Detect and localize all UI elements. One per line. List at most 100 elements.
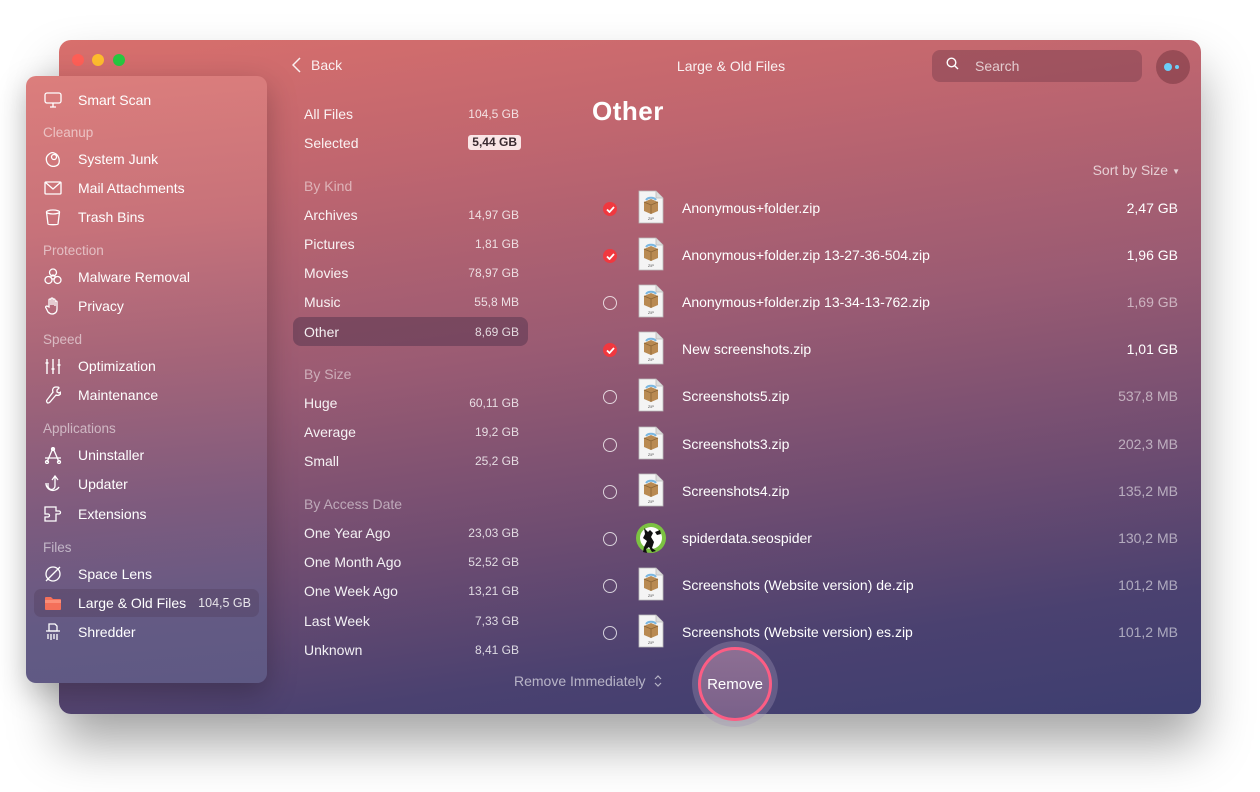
checkbox-unchecked[interactable] xyxy=(603,437,617,452)
checkbox-unchecked[interactable] xyxy=(603,484,617,499)
by-kind-heading: By Kind xyxy=(304,178,353,194)
sidebar-item-updater[interactable]: Updater xyxy=(34,470,259,498)
file-name: Screenshots5.zip xyxy=(682,388,790,405)
sidebar-item-trash-bins[interactable]: Trash Bins xyxy=(34,203,259,231)
file-row[interactable]: ZIP Anonymous+folder.zip 13-27-36-504.zip… xyxy=(598,235,1178,279)
checkbox-checked[interactable] xyxy=(603,343,617,358)
file-size: 101,2 MB xyxy=(1118,576,1178,593)
svg-text:ZIP: ZIP xyxy=(648,404,655,409)
zip-file-icon: ZIP xyxy=(638,614,664,648)
svg-text:ZIP: ZIP xyxy=(648,263,655,268)
by-size-heading: By Size xyxy=(304,366,352,382)
category-one-month-ago[interactable]: One Month Ago 52,52 GB xyxy=(293,547,528,576)
zip-file-icon: ZIP xyxy=(638,426,664,460)
close-window-button[interactable] xyxy=(72,54,84,66)
category-selected[interactable]: Selected 5,44 GB xyxy=(293,128,528,157)
sidebar-item-privacy[interactable]: Privacy xyxy=(34,292,259,320)
checkbox-unchecked[interactable] xyxy=(603,296,617,311)
file-size: 2,47 GB xyxy=(1126,200,1178,216)
category-archives[interactable]: Archives 14,97 GB xyxy=(293,200,528,229)
assistant-dot-small-icon xyxy=(1175,65,1179,69)
file-row[interactable]: ZIP Screenshots3.zip 202,3 MB xyxy=(598,424,1178,468)
file-row[interactable]: spiderdata.seospider 130,2 MB xyxy=(598,518,1178,562)
sidebar-item-mail-attachments[interactable]: Mail Attachments xyxy=(34,174,259,202)
zoom-window-button[interactable] xyxy=(113,54,125,66)
checkbox-unchecked[interactable] xyxy=(603,390,617,405)
category-other[interactable]: Other 8,69 GB xyxy=(293,317,528,346)
category-small[interactable]: Small 25,2 GB xyxy=(293,446,528,475)
search-input[interactable] xyxy=(973,57,1127,75)
checkbox-unchecked[interactable] xyxy=(603,531,617,546)
file-size: 537,8 MB xyxy=(1118,388,1178,405)
zip-file-icon: ZIP xyxy=(638,473,664,507)
sidebar-item-malware-removal[interactable]: Malware Removal xyxy=(34,263,259,291)
checkbox-unchecked[interactable] xyxy=(603,578,617,593)
file-row[interactable]: ZIP Screenshots4.zip 135,2 MB xyxy=(598,471,1178,515)
zip-file-icon: ZIP xyxy=(638,284,664,318)
sidebar-item-shredder[interactable]: Shredder xyxy=(34,618,259,646)
svg-text:ZIP: ZIP xyxy=(648,640,655,645)
file-row[interactable]: ZIP Screenshots5.zip 537,8 MB xyxy=(598,376,1178,420)
sort-dropdown[interactable]: Sort by Size ▼ xyxy=(1093,162,1180,178)
category-music[interactable]: Music 55,8 MB xyxy=(293,287,528,316)
space-lens-icon xyxy=(43,564,63,584)
category-all-files[interactable]: All Files 104,5 GB xyxy=(293,99,528,128)
file-row[interactable]: ZIP New screenshots.zip 1,01 GB xyxy=(598,329,1178,373)
category-one-week-ago[interactable]: One Week Ago 13,21 GB xyxy=(293,576,528,605)
sidebar-section-protection: Protection xyxy=(43,243,104,258)
sidebar-item-space-lens[interactable]: Space Lens xyxy=(34,560,259,588)
checkbox-unchecked[interactable] xyxy=(603,625,617,640)
file-size: 1,01 GB xyxy=(1126,341,1178,358)
zip-file-icon: ZIP xyxy=(638,567,664,601)
zip-file-icon: ZIP xyxy=(638,378,664,412)
category-one-year-ago[interactable]: One Year Ago 23,03 GB xyxy=(293,518,528,547)
checkbox-checked[interactable] xyxy=(603,249,617,264)
file-name: Screenshots3.zip xyxy=(682,435,790,452)
puzzle-icon xyxy=(43,504,63,524)
remove-mode-selector[interactable]: Remove Immediately xyxy=(514,673,662,689)
file-size: 1,96 GB xyxy=(1126,247,1178,264)
file-row[interactable]: ZIP Anonymous+folder.zip 13-34-13-762.zip… xyxy=(598,282,1178,326)
zip-file-icon: ZIP xyxy=(638,331,664,365)
page-title: Other xyxy=(592,96,664,126)
minimize-window-button[interactable] xyxy=(92,54,104,66)
svg-text:ZIP: ZIP xyxy=(648,357,655,362)
wrench-icon xyxy=(43,385,63,405)
file-size: 130,2 MB xyxy=(1118,529,1178,546)
category-movies[interactable]: Movies 78,97 GB xyxy=(293,258,528,287)
sidebar-item-uninstaller[interactable]: Uninstaller xyxy=(34,441,259,469)
category-unknown[interactable]: Unknown 8,41 GB xyxy=(293,635,528,664)
sidebar-item-extensions[interactable]: Extensions xyxy=(34,500,259,528)
back-button[interactable]: Back xyxy=(292,57,342,73)
sidebar-item-maintenance[interactable]: Maintenance xyxy=(34,381,259,409)
category-average[interactable]: Average 19,2 GB xyxy=(293,417,528,446)
zip-file-icon: ZIP xyxy=(638,190,664,224)
svg-text:ZIP: ZIP xyxy=(648,452,655,457)
file-row[interactable]: ZIP Screenshots (Website version) de.zip 1… xyxy=(598,565,1178,609)
file-row[interactable]: ZIP Anonymous+folder.zip 2,47 GB xyxy=(598,188,1178,232)
assistant-button[interactable] xyxy=(1156,50,1190,84)
checkbox-checked[interactable] xyxy=(603,202,617,216)
remove-button[interactable]: Remove xyxy=(692,641,778,727)
search-field[interactable] xyxy=(932,50,1142,82)
sidebar-item-optimization[interactable]: Optimization xyxy=(34,352,259,380)
remove-button-label: Remove xyxy=(698,647,772,721)
file-row[interactable]: ZIP Screenshots (Website version) es.zip 1… xyxy=(598,612,1178,656)
category-last-week[interactable]: Last Week 7,33 GB xyxy=(293,606,528,635)
sidebar-item-system-junk[interactable]: System Junk xyxy=(34,145,259,173)
file-size: 202,3 MB xyxy=(1118,435,1178,452)
file-size: 135,2 MB xyxy=(1118,482,1178,499)
by-access-date-heading: By Access Date xyxy=(304,496,403,512)
sidebar-item-large-old-files[interactable]: Large & Old Files 104,5 GB xyxy=(34,589,259,617)
sidebar-section-files: Files xyxy=(43,540,72,555)
shredder-icon xyxy=(43,622,63,642)
trash-icon xyxy=(43,207,63,227)
sidebar-item-smart-scan[interactable]: Smart Scan xyxy=(34,86,259,114)
category-huge[interactable]: Huge 60,11 GB xyxy=(293,388,528,417)
caret-down-icon: ▼ xyxy=(1172,166,1180,176)
file-name: Screenshots (Website version) de.zip xyxy=(682,576,914,593)
category-pictures[interactable]: Pictures 1,81 GB xyxy=(293,229,528,258)
system-junk-icon xyxy=(43,149,63,169)
window-title: Large & Old Files xyxy=(676,58,786,74)
file-name: spiderdata.seospider xyxy=(682,529,812,546)
